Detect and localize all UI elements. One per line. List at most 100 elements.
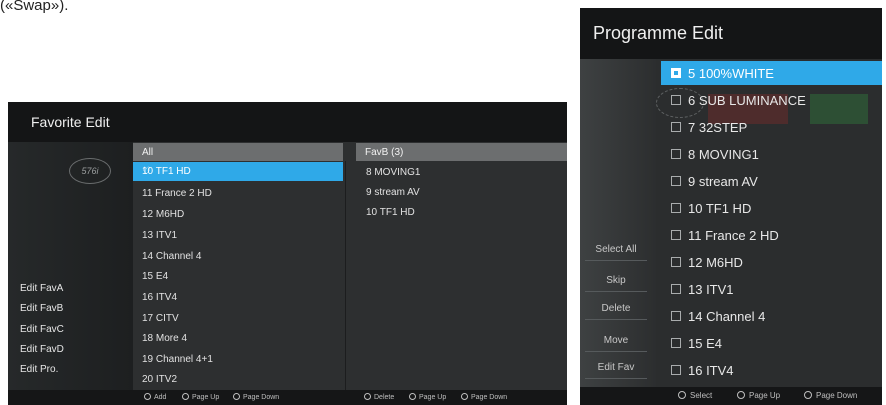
checkbox[interactable]	[671, 257, 681, 267]
delete-button[interactable]: Delete	[585, 298, 647, 320]
checkbox[interactable]	[671, 230, 681, 240]
programme-label: 16 ITV4	[688, 363, 734, 378]
resolution-label: 576i	[81, 166, 99, 176]
page-down-hint-label: Page Down	[816, 391, 858, 400]
page-up-hint-label: Page Up	[192, 394, 220, 401]
fav-header-label: FavB (3)	[365, 147, 404, 158]
checkbox[interactable]	[671, 284, 681, 294]
delete-hint-label: Delete	[374, 394, 395, 401]
move-label: Move	[603, 335, 629, 346]
page-up-icon	[182, 393, 189, 400]
channel-row[interactable]: 19 Channel 4+1	[133, 350, 343, 369]
channel-row[interactable]: 17 CITV	[133, 309, 343, 328]
channel-label: 16 ITV4	[142, 292, 178, 303]
heart-icon: ♡	[142, 166, 151, 177]
fav-channel-row[interactable]: 10 TF1 HD	[348, 203, 567, 222]
edit-fav-button[interactable]: Edit Fav	[585, 357, 647, 379]
channel-row[interactable]: 16 ITV4	[133, 288, 343, 307]
programme-row[interactable]: 13 ITV1	[661, 277, 882, 301]
checkbox[interactable]	[671, 338, 681, 348]
channel-label: 11 France 2 HD	[142, 188, 212, 199]
fav-channel-row[interactable]: 9 stream AV	[348, 183, 567, 202]
programme-row[interactable]: 15 E4	[661, 331, 882, 355]
all-column-header: All	[133, 143, 343, 161]
edit-fava-item[interactable]: Edit FavA	[20, 283, 63, 294]
programme-row-selected[interactable]: 5 100%WHITE	[661, 61, 882, 85]
page-up-icon	[409, 393, 416, 400]
channel-row[interactable]: 11 France 2 HD	[133, 184, 343, 203]
programme-label: 8 MOVING1	[688, 147, 759, 162]
channel-row[interactable]: 13 ITV1	[133, 226, 343, 245]
delete-hint: Delete	[364, 393, 394, 401]
channel-label: 12 M6HD	[142, 209, 185, 220]
channel-row-selected[interactable]: 10 TF1 HD ♡	[133, 162, 343, 181]
footer-hints: Select Page Up Page Down	[580, 387, 882, 405]
programme-row[interactable]: 11 France 2 HD	[661, 223, 882, 247]
channel-row[interactable]: 14 Channel 4	[133, 247, 343, 266]
channel-row[interactable]: 18 More 4	[133, 329, 343, 348]
move-button[interactable]: Move	[585, 330, 647, 352]
edit-favd-item[interactable]: Edit FavD	[20, 344, 64, 355]
fav-channel-row[interactable]: 8 MOVING1	[348, 163, 567, 182]
page-up-hint: Page Up	[409, 393, 446, 401]
channel-label: 15 E4	[142, 271, 169, 282]
edit-favc-item[interactable]: Edit FavC	[20, 324, 64, 335]
checkbox[interactable]	[671, 311, 681, 321]
add-hint-label: Add	[154, 394, 167, 401]
programme-row[interactable]: 14 Channel 4	[661, 304, 882, 328]
select-all-button[interactable]: Select All	[585, 239, 647, 261]
caption-text: («Swap»).	[0, 0, 69, 14]
checkbox[interactable]	[671, 95, 681, 105]
programme-label: 6 SUB LUMINANCE	[688, 93, 806, 108]
fav-channel-label: 10 TF1 HD	[366, 207, 415, 218]
skip-button[interactable]: Skip	[585, 270, 647, 292]
checkbox-checked[interactable]	[671, 68, 681, 78]
page-title: Programme Edit	[593, 23, 724, 43]
programme-label: 10 TF1 HD	[688, 201, 752, 216]
page-down-hint: Page Down	[233, 393, 279, 401]
edit-favb-item[interactable]: Edit FavB	[20, 303, 63, 314]
programme-row[interactable]: 12 M6HD	[661, 250, 882, 274]
edit-fav-label: Edit Fav	[597, 362, 635, 373]
programme-label: 9 stream AV	[688, 174, 758, 189]
programme-row[interactable]: 7 32STEP	[661, 115, 882, 139]
checkbox[interactable]	[671, 149, 681, 159]
programme-row[interactable]: 8 MOVING1	[661, 142, 882, 166]
checkbox[interactable]	[671, 122, 681, 132]
checkbox[interactable]	[671, 176, 681, 186]
page-up-hint: Page Up	[182, 393, 219, 401]
page-title: Favorite Edit	[31, 114, 110, 130]
checkbox[interactable]	[671, 203, 681, 213]
ok-button-icon	[144, 393, 151, 400]
channel-row[interactable]: 12 M6HD	[133, 205, 343, 224]
channel-row[interactable]: 15 E4	[133, 267, 343, 286]
channel-label: 20 ITV2	[142, 374, 178, 385]
programme-row[interactable]: 16 ITV4	[661, 358, 882, 382]
programme-edit-screen: Programme Edit Select All Skip Delete Mo…	[580, 8, 882, 405]
select-all-label: Select All	[595, 244, 637, 255]
programme-label: 7 32STEP	[688, 120, 748, 135]
channel-label: 18 More 4	[142, 333, 188, 344]
programme-label: 12 M6HD	[688, 255, 743, 270]
column-divider	[345, 161, 346, 390]
programme-row[interactable]: 10 TF1 HD	[661, 196, 882, 220]
resolution-clock-icon: 576i	[69, 158, 111, 184]
programme-label: 11 France 2 HD	[688, 228, 779, 243]
select-hint: Select	[678, 391, 712, 400]
checkbox[interactable]	[671, 365, 681, 375]
page-up-hint: Page Up	[737, 391, 780, 400]
programme-row[interactable]: 9 stream AV	[661, 169, 882, 193]
ok-button-icon	[364, 393, 371, 400]
channel-row[interactable]: 20 ITV2	[133, 370, 343, 389]
page-down-icon	[804, 391, 812, 399]
programme-label: 15 E4	[688, 336, 722, 351]
add-hint: Add	[144, 393, 166, 401]
page-down-hint: Page Down	[804, 391, 857, 400]
page-down-icon	[461, 393, 468, 400]
programme-row[interactable]: 6 SUB LUMINANCE	[661, 88, 882, 112]
fav-channel-label: 9 stream AV	[366, 187, 420, 198]
edit-pro-item[interactable]: Edit Pro.	[20, 364, 58, 375]
channel-label: 17 CITV	[142, 313, 179, 324]
favorite-edit-screen: Favorite Edit 576i Edit FavA Edit FavB E…	[8, 102, 567, 405]
all-header-label: All	[142, 147, 154, 158]
